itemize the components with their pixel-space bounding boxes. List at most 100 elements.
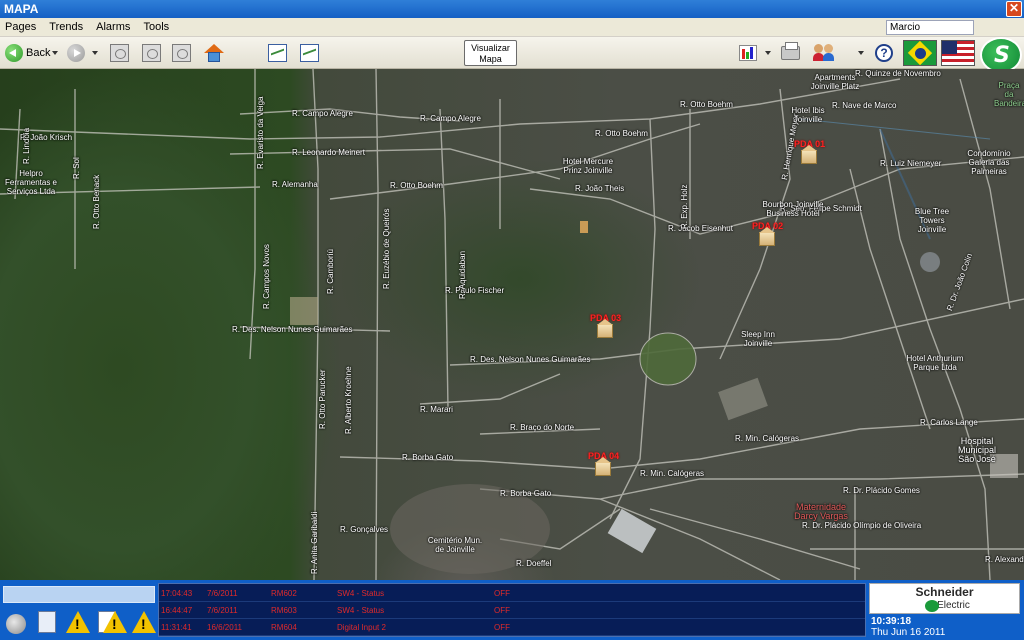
poi-label: Blue Tree Towers Joinville: [914, 207, 950, 234]
road-label: R. Otto Benack: [92, 174, 101, 229]
home-icon[interactable]: [204, 44, 224, 62]
road-label: R. Nave de Marco: [832, 101, 897, 110]
alarm-state: OFF: [494, 606, 510, 615]
usa-flag-icon[interactable]: [941, 40, 975, 66]
alarm-row[interactable]: 11:31:41 16/6/2011 RM604 Digital Input 2…: [159, 620, 865, 636]
title-bar: MAPA ✕: [0, 0, 1024, 18]
back-dropdown-icon[interactable]: [52, 51, 58, 55]
acknowledge-alarm-icon[interactable]: [132, 611, 156, 633]
satellite-map[interactable]: R. João Krisch R. Campo Alegre R. Campo …: [0, 69, 1024, 580]
alarm-time: 16:44:47: [161, 606, 193, 615]
road-label: R. Carlos Lange: [920, 418, 978, 427]
road-label: R. Campo Alegre: [420, 114, 481, 123]
road-label: R. Paulo Fischer: [445, 286, 505, 295]
road-label: R. Alexandre: [985, 555, 1024, 564]
schneider-logo-icon: [980, 37, 1022, 73]
forward-arrow-icon[interactable]: [67, 44, 85, 62]
printer-icon[interactable]: [781, 42, 800, 60]
alarm-state: OFF: [494, 623, 510, 632]
bar-chart-icon[interactable]: [739, 45, 757, 61]
alarm-row[interactable]: 17:04:43 7/6/2011 RM602 SW4 - Status OFF: [159, 586, 865, 602]
road-label: R. Lindóia: [22, 127, 31, 164]
previous-page-icon[interactable]: [142, 44, 161, 62]
road-label: R. Marari: [420, 405, 453, 414]
user-name-field[interactable]: Marcio: [886, 20, 974, 35]
toolbar: Back Visualizar Mapa ?: [0, 37, 1024, 73]
users-icon[interactable]: [812, 44, 836, 62]
alarm-date: 16/6/2011: [207, 623, 242, 632]
close-button[interactable]: ✕: [1006, 1, 1022, 17]
road-label: R. Campos Novos: [262, 244, 271, 309]
road-network: [0, 69, 1024, 580]
brand-name: Schneider: [915, 585, 974, 599]
road-label: R. Leonardo Meinert: [292, 148, 365, 157]
poi-label: Condomínio Galeria das Palmeiras: [967, 149, 1011, 176]
page-index-icon[interactable]: [110, 44, 129, 62]
forward-dropdown-icon[interactable]: [92, 51, 98, 55]
road-label: R. Otto Boehm: [595, 129, 648, 138]
clock-date: Thu Jun 16 2011: [871, 627, 946, 638]
menu-alarms[interactable]: Alarms: [91, 18, 135, 37]
road-label: R. Dr. Plácido Olímpio de Oliveira: [802, 521, 922, 530]
poi-label: Hospital Municipal São José: [957, 436, 997, 464]
alarm-device: RM604: [271, 623, 297, 632]
alarm-time: 11:31:41: [161, 623, 192, 632]
menu-bar: Pages Trends Alarms Tools Marcio: [0, 18, 1024, 37]
active-alarms-icon[interactable]: [66, 611, 90, 633]
road-label: R. Dr. Plácido Gomes: [843, 486, 920, 495]
alarm-time: 17:04:43: [161, 589, 193, 598]
menu-tools[interactable]: Tools: [138, 18, 174, 37]
road-label: R. Gonçalves: [340, 525, 389, 534]
alarm-filter-input[interactable]: [3, 586, 155, 603]
next-page-icon[interactable]: [172, 44, 191, 62]
mapa-label: Mapa: [479, 54, 502, 64]
poi-label: Apartments Joinville Platz: [810, 73, 860, 91]
schneider-electric-logo: Schneider Electric: [869, 583, 1020, 614]
building-icon: [801, 145, 817, 164]
menu-pages[interactable]: Pages: [0, 18, 41, 37]
brazil-flag-icon[interactable]: [903, 40, 937, 66]
poi-label: Praça da Bandeira: [994, 81, 1024, 108]
back-arrow-icon[interactable]: [5, 44, 23, 62]
pda-marker[interactable]: PDA 02: [752, 221, 783, 251]
warning-alarm-icon[interactable]: [103, 611, 127, 633]
trend-chart-icon[interactable]: [300, 44, 319, 62]
speaker-icon[interactable]: [6, 614, 26, 634]
poi-label: Helpro Ferramentas e Serviços Ltda: [4, 169, 58, 196]
alarm-controls: [0, 583, 158, 639]
building-icon: [597, 319, 613, 338]
visualizar-mapa-button[interactable]: Visualizar Mapa: [464, 40, 517, 66]
road-label: R. Anita Garibaldi: [310, 511, 319, 574]
alarm-bar: 17:04:43 7/6/2011 RM602 SW4 - Status OFF…: [0, 580, 1024, 640]
back-button[interactable]: Back: [26, 42, 50, 64]
road-label: R. Alemanha: [272, 180, 318, 189]
alarm-row[interactable]: 16:44:47 7/6/2011 RM603 SW4 - Status OFF: [159, 603, 865, 619]
menu-trends[interactable]: Trends: [44, 18, 88, 37]
road-label: R. João Theis: [575, 184, 625, 193]
pda-marker[interactable]: PDA 03: [590, 313, 621, 343]
brand-subname: Electric: [937, 600, 970, 611]
visualizar-label: Visualizar: [471, 43, 510, 53]
poi-label: Cemitério Mun. de Joinville: [427, 536, 483, 554]
alarm-list[interactable]: 17:04:43 7/6/2011 RM602 SW4 - Status OFF…: [158, 583, 866, 637]
road-label: R. Quinze de Novembro: [855, 69, 941, 78]
road-label: R. Sol: [72, 157, 81, 179]
app-window: MAPA ✕ Pages Trends Alarms Tools Marcio …: [0, 0, 1024, 640]
road-label: R. Aquidaban: [458, 250, 467, 299]
users-dropdown-icon[interactable]: [858, 51, 864, 55]
alarm-list-icon[interactable]: [38, 611, 56, 633]
road-label: R. Alberto Kroehne: [344, 366, 353, 434]
pda-marker[interactable]: PDA 04: [588, 451, 619, 481]
alarm-description: Digital Input 2: [337, 623, 386, 632]
road-label: R. Min. Calógeras: [735, 434, 800, 443]
road-label: R. Des. Nelson Nunes Guimarães: [232, 325, 353, 334]
road-label: R. Borba Gato: [500, 489, 552, 498]
help-icon[interactable]: ?: [875, 44, 893, 62]
chart-dropdown-icon[interactable]: [765, 51, 771, 55]
image-view-icon[interactable]: [268, 44, 287, 62]
road-label: R. Jacob Eisenhut: [668, 224, 733, 233]
clock-time: 10:39:18: [871, 616, 912, 627]
pda-marker[interactable]: PDA 01: [794, 139, 825, 169]
road-label: R. Otto Boehm: [680, 100, 733, 109]
road-label: R. Camboriú: [326, 249, 335, 294]
